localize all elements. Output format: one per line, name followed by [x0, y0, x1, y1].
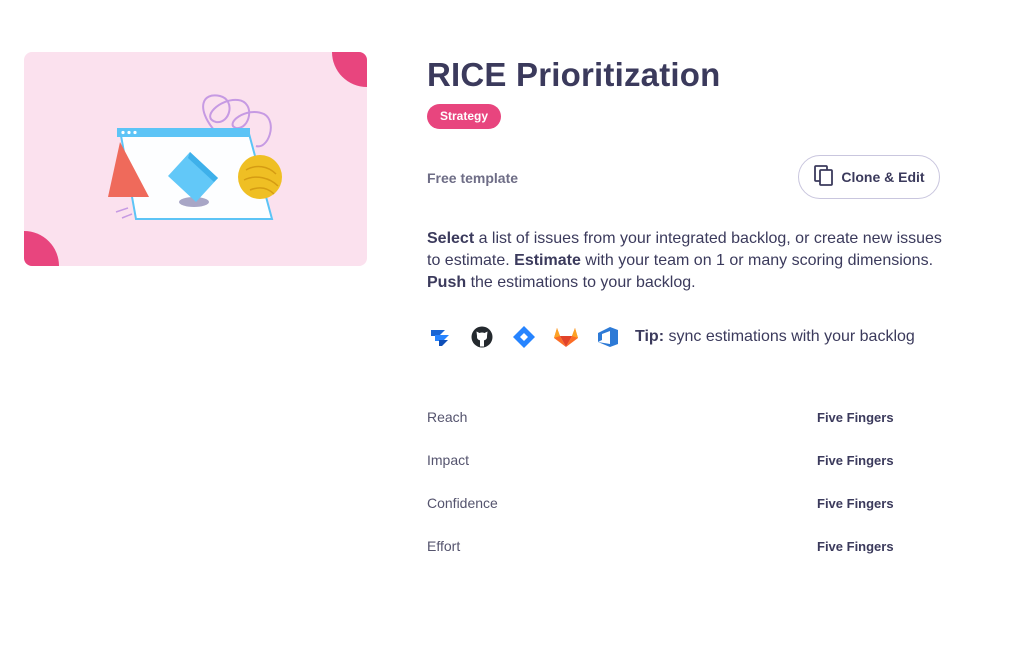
clone-edit-label: Clone & Edit — [841, 169, 925, 185]
jira-icon — [427, 324, 453, 350]
estimate-keyword: Estimate — [514, 252, 581, 269]
description-part-3: the estimations to your backlog. — [466, 274, 696, 291]
gitlab-icon — [553, 324, 579, 350]
page-title: RICE Prioritization — [427, 56, 721, 93]
dimension-name: Effort — [427, 538, 461, 554]
dimension-row: Impact Five Fingers — [427, 440, 897, 483]
azure-devops-icon — [595, 324, 621, 350]
template-details: RICE Prioritization Strategy Free templa… — [427, 0, 947, 661]
dimension-method: Five Fingers — [817, 410, 894, 425]
copy-icon — [813, 164, 835, 191]
estimation-dimensions: Reach Five Fingers Impact Five Fingers C… — [427, 397, 897, 569]
dimension-row: Effort Five Fingers — [427, 526, 897, 569]
jira-software-icon — [511, 324, 537, 350]
dimension-row: Confidence Five Fingers — [427, 483, 897, 526]
template-description: Select a list of issues from your integr… — [427, 228, 947, 294]
sync-tip: Tip: sync estimations with your backlog — [635, 328, 915, 346]
description-part-2: with your team on 1 or many scoring dime… — [580, 252, 934, 269]
tip-text: sync estimations with your backlog — [664, 328, 915, 345]
tip-label: Tip: — [635, 328, 665, 345]
dimension-name: Reach — [427, 409, 468, 425]
dimension-method: Five Fingers — [817, 496, 894, 511]
dimension-method: Five Fingers — [817, 539, 894, 554]
category-badge[interactable]: Strategy — [427, 104, 502, 129]
dimension-row: Reach Five Fingers — [427, 397, 897, 440]
github-icon — [469, 324, 495, 350]
dimension-name: Confidence — [427, 495, 498, 511]
dimension-method: Five Fingers — [817, 453, 894, 468]
template-illustration — [24, 52, 367, 266]
free-template-label: Free template — [427, 170, 519, 186]
clone-edit-button[interactable]: Clone & Edit — [798, 155, 940, 199]
select-keyword: Select — [427, 230, 475, 247]
dimension-name: Impact — [427, 452, 470, 468]
integrations-row: Tip: sync estimations with your backlog — [427, 322, 915, 352]
push-keyword: Push — [427, 274, 467, 291]
